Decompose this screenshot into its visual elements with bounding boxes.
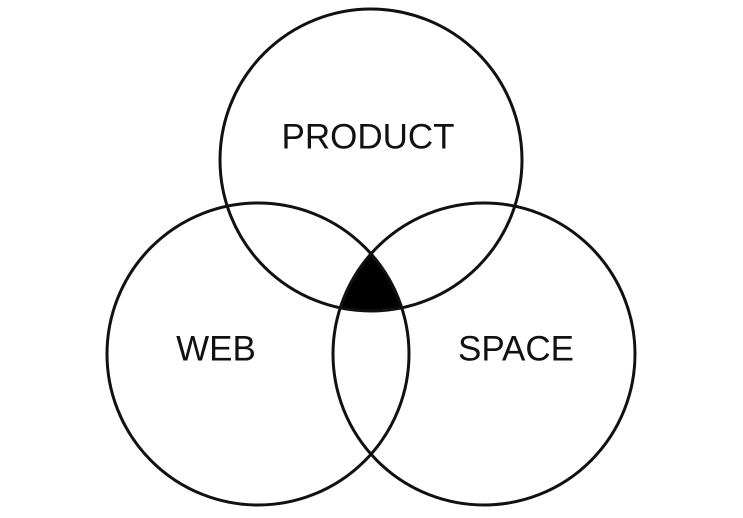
- web-label: WEB: [176, 329, 256, 368]
- web-circle: [105, 201, 411, 507]
- triple-intersection-region: [333, 203, 409, 311]
- space-label: SPACE: [458, 329, 574, 368]
- product-label: PRODUCT: [281, 117, 454, 156]
- venn-diagram: PRODUCT WEB SPACE: [105, 7, 637, 507]
